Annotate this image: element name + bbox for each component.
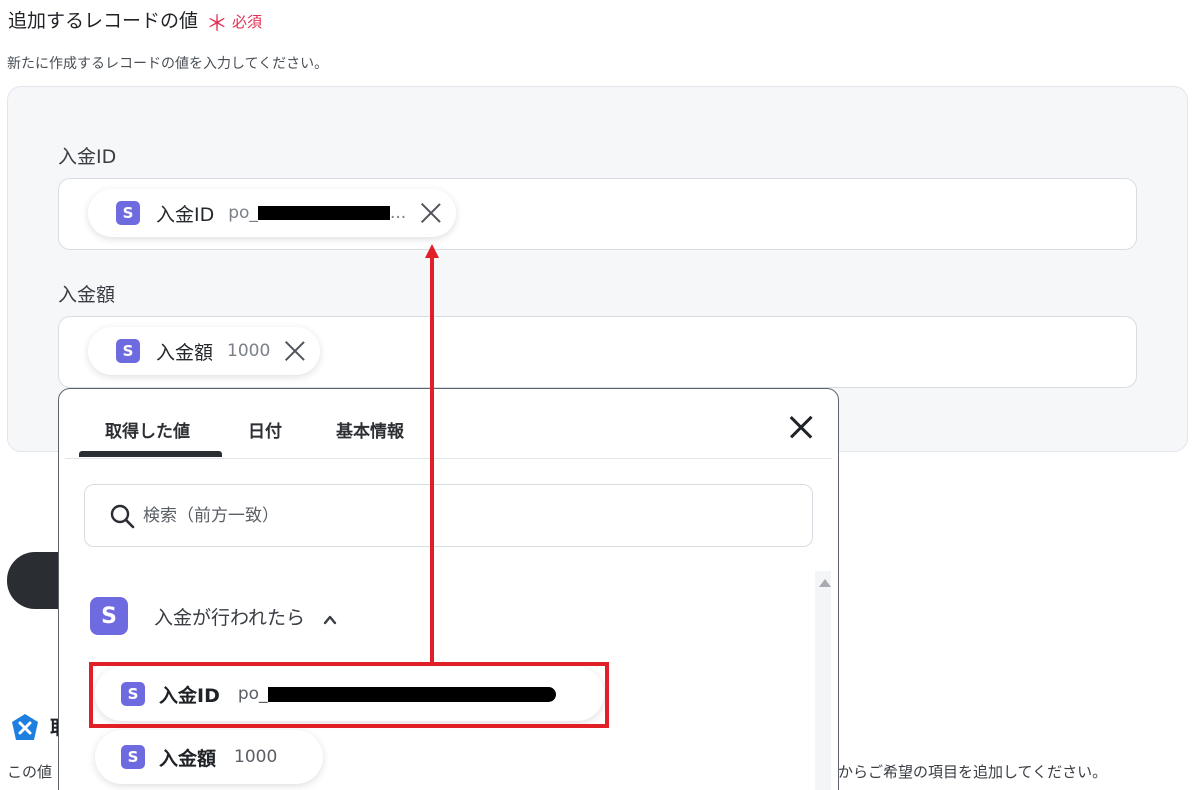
section-title: 追加するレコードの値 ＊ 必須: [8, 6, 263, 36]
group-title: 入金が行われたら: [154, 606, 306, 629]
search-box[interactable]: [84, 484, 813, 547]
info-text-left: この値: [7, 763, 53, 781]
redacted-block: [257, 206, 390, 220]
info-text-right: からご希望の項目を追加してください。: [838, 763, 1108, 781]
search-icon: [110, 504, 135, 528]
chip-value: po_ ...: [228, 203, 406, 223]
remove-chip-icon[interactable]: [420, 202, 442, 224]
required-indicator: ＊ 必須: [206, 10, 263, 36]
field-label-deposit-id: 入金ID: [58, 146, 117, 168]
scroll-up-arrow-icon[interactable]: [819, 579, 831, 587]
remove-chip-icon[interactable]: [284, 340, 306, 362]
deposit-id-chip[interactable]: S 入金ID po_ ...: [88, 189, 457, 237]
option-deposit-amount[interactable]: S 入金額 1000: [95, 730, 323, 784]
chevron-up-icon[interactable]: [323, 613, 337, 627]
annotation-arrow-head-icon: [425, 244, 439, 258]
chip-name: 入金額: [156, 341, 214, 364]
annotation-highlight-box: [89, 662, 609, 728]
stripe-app-icon: S: [90, 597, 128, 635]
field-label-deposit-amount: 入金額: [58, 284, 116, 306]
chip-value-ellipsis: ...: [389, 203, 407, 223]
section-description: 新たに作成するレコードの値を入力してください。: [7, 56, 329, 72]
search-input[interactable]: [143, 505, 743, 526]
option-name: 入金額: [159, 747, 217, 770]
tab-acquired-values[interactable]: 取得した値: [105, 417, 190, 442]
stripe-app-icon: S: [116, 201, 140, 225]
option-value: 1000: [234, 747, 278, 767]
active-tab-indicator: [79, 451, 222, 457]
info-badge-icon: [12, 714, 38, 740]
deposit-amount-chip[interactable]: S 入金額 1000: [88, 327, 321, 375]
section-title-text: 追加するレコードの値: [8, 10, 199, 32]
chip-value-prefix: po_: [228, 203, 258, 223]
chip-name: 入金ID: [156, 203, 215, 226]
tab-basic-info[interactable]: 基本情報: [336, 417, 404, 442]
stripe-app-icon: S: [116, 339, 140, 363]
stripe-app-icon: S: [121, 745, 145, 769]
required-label: 必須: [232, 13, 263, 31]
chip-value: 1000: [227, 341, 271, 361]
tab-divider: [65, 458, 832, 459]
close-icon[interactable]: [790, 416, 812, 438]
annotation-arrow-line: [430, 256, 434, 662]
required-star: ＊: [206, 12, 229, 37]
scrollbar[interactable]: [815, 571, 831, 790]
tab-date[interactable]: 日付: [248, 417, 282, 442]
value-picker-popup: 取得した値 日付 基本情報 S 入金が行われたら S 入金ID po_ S 入金…: [58, 388, 839, 790]
trigger-group-header[interactable]: S 入金が行われたら: [90, 597, 337, 635]
